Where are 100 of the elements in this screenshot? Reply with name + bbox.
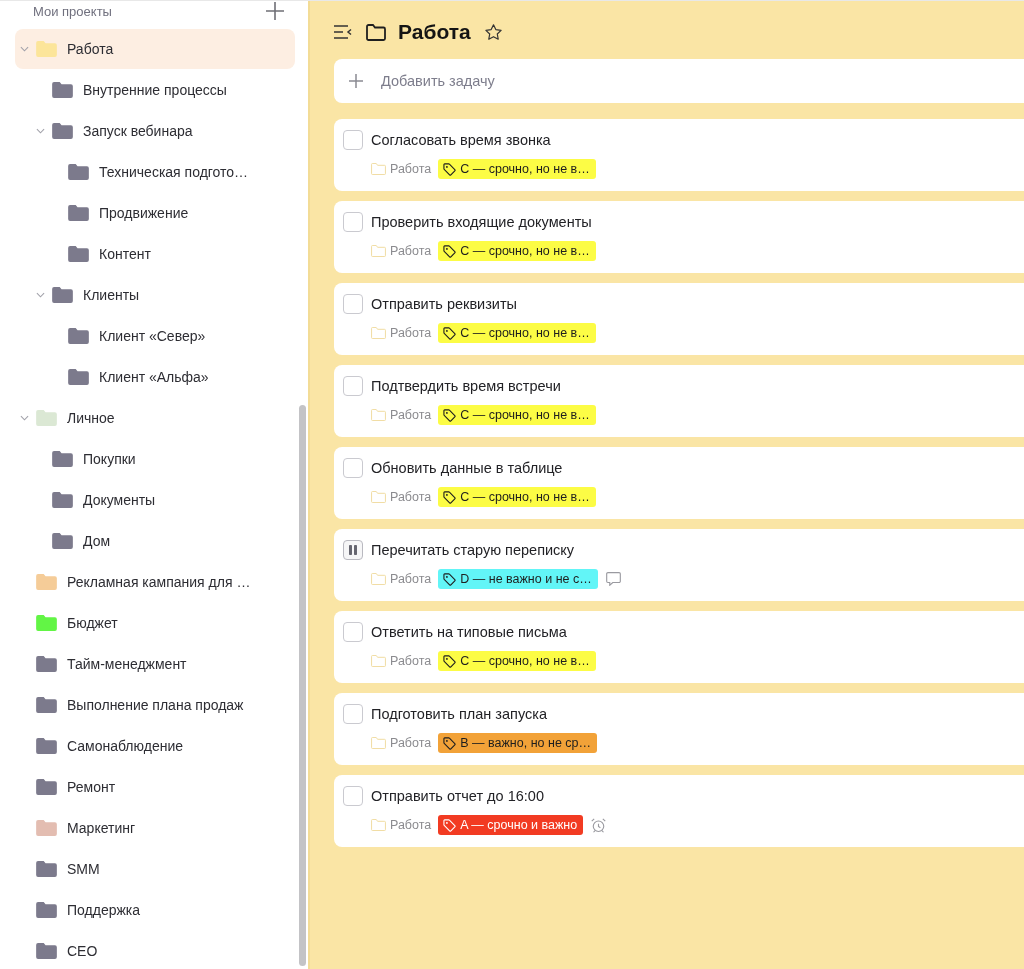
project-item[interactable]: Ремонт [15, 767, 295, 807]
project-title: Работа [398, 20, 471, 44]
folder-icon [371, 491, 386, 503]
task-title: Отправить отчет до 16:00 [371, 788, 544, 804]
project-item[interactable]: Рекламная кампания для … [15, 562, 295, 602]
collapse-sidebar-icon[interactable] [334, 25, 352, 39]
tag-icon [443, 490, 457, 504]
project-item[interactable]: SMM [15, 849, 295, 889]
task-card[interactable]: Согласовать время звонка Работа C — срочно, но не в… [334, 119, 1024, 191]
project-item[interactable]: Клиент «Север» [15, 316, 295, 356]
project-label: Работа [390, 572, 432, 586]
chevron-down-icon[interactable] [20, 46, 29, 52]
priority-tag[interactable]: B — важно, но не ср… [438, 733, 597, 753]
tag-icon [443, 244, 457, 258]
project-item[interactable]: Клиент «Альфа» [15, 357, 295, 397]
folder-icon [371, 163, 386, 175]
task-title: Перечитать старую переписку [371, 542, 575, 558]
task-card[interactable]: Подготовить план запуска Работа B — важно, но не ср… [334, 693, 1024, 765]
scrollbar-thumb[interactable] [299, 405, 306, 966]
project-item[interactable]: Запуск вебинара [15, 111, 295, 151]
folder-icon [371, 327, 386, 339]
project-label: Работа [390, 654, 432, 668]
tag-icon [443, 326, 457, 340]
task-card[interactable]: Обновить данные в таблице Работа C — срочно, но не в… [334, 447, 1024, 519]
task-card[interactable]: Ответить на типовые письма Работа C — срочно, но не в… [334, 611, 1024, 683]
priority-tag[interactable]: C — срочно, но не в… [438, 487, 596, 507]
tag-icon [443, 818, 457, 832]
task-card[interactable]: Отправить реквизиты Работа C — срочно, но не в… [334, 283, 1024, 355]
task-checkbox[interactable] [343, 376, 363, 396]
priority-tag[interactable]: A — срочно и важно [438, 815, 584, 835]
chevron-down-icon[interactable] [20, 415, 29, 421]
task-checkbox[interactable] [343, 458, 363, 478]
task-card[interactable]: Подтвердить время встречи Работа C — срочно, но не в… [334, 365, 1024, 437]
task-checkbox[interactable] [343, 786, 363, 806]
project-label: Работа [390, 736, 432, 750]
project-label: Работа [390, 408, 432, 422]
task-card[interactable]: Перечитать старую переписку Работа D — не важно и не с… [334, 529, 1024, 601]
alarm-clock-icon[interactable] [591, 817, 607, 833]
priority-tag[interactable]: C — срочно, но не в… [438, 323, 596, 343]
task-card[interactable]: Отправить отчет до 16:00 Работа A — срочно и важно [334, 775, 1024, 847]
folder-icon [366, 23, 386, 41]
task-checkbox[interactable] [343, 540, 363, 560]
task-title: Ответить на типовые письма [371, 624, 567, 640]
priority-tag[interactable]: D — не важно и не с… [438, 569, 598, 589]
plus-icon[interactable] [349, 74, 363, 88]
task-checkbox[interactable] [343, 622, 363, 642]
priority-tag[interactable]: C — срочно, но не в… [438, 651, 596, 671]
task-title: Проверить входящие документы [371, 214, 592, 230]
project-item[interactable]: Техническая подгото… [15, 152, 295, 192]
folder-icon [371, 737, 386, 749]
priority-tag[interactable]: C — срочно, но не в… [438, 159, 596, 179]
tag-icon [443, 654, 457, 668]
task-card[interactable]: Проверить входящие документы Работа C — срочно, но не в… [334, 201, 1024, 273]
task-checkbox[interactable] [343, 130, 363, 150]
folder-icon [371, 409, 386, 421]
tag-icon [443, 736, 457, 750]
priority-tag[interactable]: C — срочно, но не в… [438, 405, 596, 425]
project-label: Работа [390, 818, 432, 832]
project-item[interactable]: Бюджет [15, 603, 295, 643]
task-title: Подтвердить время встречи [371, 378, 561, 394]
project-item[interactable]: Продвижение [15, 193, 295, 233]
project-item[interactable]: Работа [15, 29, 295, 69]
chevron-down-icon[interactable] [36, 292, 45, 298]
chevron-down-icon[interactable] [36, 128, 45, 134]
project-item[interactable]: CEO [15, 931, 295, 969]
project-label: Работа [390, 244, 432, 258]
project-item[interactable]: Покупки [15, 439, 295, 479]
task-title: Согласовать время звонка [371, 132, 551, 148]
project-item[interactable]: Контент [15, 234, 295, 274]
tag-icon [443, 572, 457, 586]
tag-icon [443, 408, 457, 422]
task-checkbox[interactable] [343, 294, 363, 314]
star-icon[interactable] [484, 24, 502, 40]
project-item[interactable]: Самонаблюдение [15, 726, 295, 766]
project-label: Работа [390, 162, 432, 176]
project-item[interactable]: Дом [15, 521, 295, 561]
priority-tag[interactable]: C — срочно, но не в… [438, 241, 596, 261]
folder-icon [371, 819, 386, 831]
project-item[interactable]: Маркетинг [15, 808, 295, 848]
task-title: Отправить реквизиты [371, 296, 517, 312]
project-item[interactable]: Личное [15, 398, 295, 438]
project-item[interactable]: Внутренние процессы [15, 70, 295, 110]
project-item[interactable]: Клиенты [15, 275, 295, 315]
project-item[interactable]: Тайм-менеджмент [15, 644, 295, 684]
task-title: Обновить данные в таблице [371, 460, 563, 476]
project-label: Работа [390, 326, 432, 340]
tag-icon [443, 162, 457, 176]
comment-icon[interactable] [605, 572, 621, 586]
task-title: Подготовить план запуска [371, 706, 547, 722]
project-item[interactable]: Выполнение плана продаж [15, 685, 295, 725]
folder-icon [371, 655, 386, 667]
task-checkbox[interactable] [343, 704, 363, 724]
project-label: Работа [390, 490, 432, 504]
pause-icon [349, 545, 357, 555]
task-checkbox[interactable] [343, 212, 363, 232]
project-item[interactable]: Документы [15, 480, 295, 520]
add-project-plus-icon[interactable] [266, 2, 284, 20]
sidebar-heading: Мои проекты [33, 3, 112, 19]
folder-icon [371, 245, 386, 257]
project-item[interactable]: Поддержка [15, 890, 295, 930]
